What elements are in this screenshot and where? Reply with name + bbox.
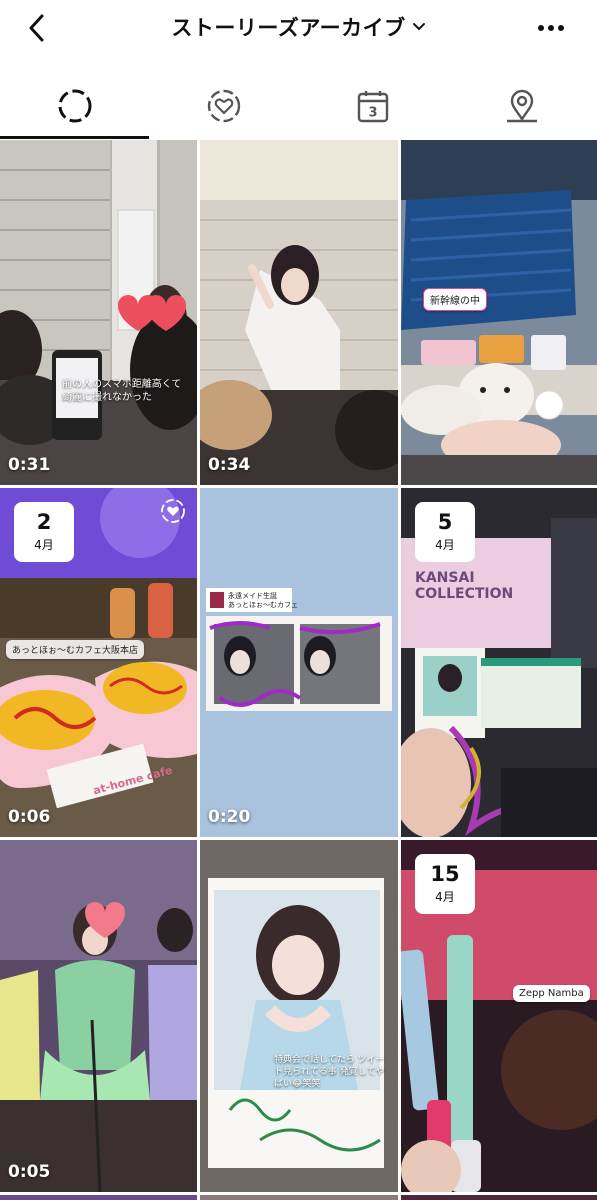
header-bar: ストーリーズアーカイブ <box>0 0 597 60</box>
location-sticker: Zepp Namba <box>513 985 590 1002</box>
story-duration: 0:06 <box>8 807 51 827</box>
story-thumbnail-7[interactable]: 0:05 <box>0 840 197 1192</box>
story-image-7 <box>0 840 197 1192</box>
event-label-title: 永遠メイド生誕 <box>228 592 277 600</box>
story-image-3 <box>401 140 597 485</box>
tab-stories[interactable] <box>0 70 149 140</box>
date-month: 4月 <box>435 538 455 552</box>
story-overlay-text: 前の人のスマホ距離高くて 綺麗に撮れなかった <box>62 379 182 403</box>
story-thumbnail-11[interactable] <box>200 1195 398 1200</box>
stories-ring-icon <box>58 89 91 123</box>
date-day: 15 <box>430 862 460 886</box>
active-tab-indicator <box>0 136 149 139</box>
location-sticker: 新幹線の中 <box>423 288 487 311</box>
story-thumbnail-3[interactable]: 新幹線の中 <box>401 140 597 485</box>
chevron-down-icon <box>412 23 425 31</box>
story-duration: 0:20 <box>208 807 251 827</box>
story-duration: 0:31 <box>8 455 51 475</box>
date-badge: 15 4月 <box>415 854 475 914</box>
story-thumbnail-10[interactable] <box>0 1195 197 1200</box>
date-day: 2 <box>36 510 52 534</box>
story-thumbnail-5[interactable]: 永遠メイド生誕 あっとほぉ〜むカフェ 0:20 <box>200 488 398 837</box>
story-thumbnail-6[interactable]: KANSAI COLLECTION 5 4月 <box>401 488 597 837</box>
date-month: 4月 <box>435 890 455 904</box>
event-label: 永遠メイド生誕 あっとほぉ〜むカフェ <box>228 592 298 610</box>
location-sticker: あっとほぉ〜むカフェ大阪本店 <box>6 640 145 659</box>
more-horizontal-icon <box>538 25 564 31</box>
calendar-day-text: 3 <box>368 106 377 121</box>
calendar-icon: 3 <box>357 91 388 123</box>
story-overlay-text: 特典会で話してたら ツイート見られてる事 発覚してやばい😂笑笑 <box>274 1055 385 1089</box>
story-thumbnail-1[interactable]: 前の人のスマホ距離高くて 綺麗に撮れなかった 0:31 <box>0 140 197 485</box>
story-image-1 <box>0 140 197 485</box>
story-image-2 <box>200 140 398 485</box>
story-duration: 0:05 <box>8 1162 51 1182</box>
more-options-button[interactable] <box>533 14 569 42</box>
date-month: 4月 <box>34 538 54 552</box>
archive-tabs: 3 <box>0 70 597 140</box>
location-pin-icon <box>506 89 537 123</box>
date-badge: 2 4月 <box>14 502 74 562</box>
story-duration: 0:34 <box>208 455 251 475</box>
story-image-8 <box>200 840 398 1192</box>
story-thumbnail-8[interactable]: 特典会で話してたら ツイート見られてる事 発覚してやばい😂笑笑 <box>200 840 398 1192</box>
story-image-5 <box>200 488 398 837</box>
story-thumbnail-12[interactable] <box>401 1195 597 1200</box>
event-label-sub: あっとほぉ〜むカフェ <box>228 601 298 609</box>
tab-map[interactable] <box>447 70 596 140</box>
story-thumbnail-9[interactable]: Zepp Namba 15 4月 <box>401 840 597 1192</box>
date-badge: 5 4月 <box>415 502 475 562</box>
page-title: ストーリーズアーカイブ <box>171 16 406 40</box>
tab-calendar[interactable]: 3 <box>298 70 447 140</box>
tab-highlights[interactable] <box>149 70 298 140</box>
title-dropdown[interactable]: ストーリーズアーカイブ <box>0 12 597 42</box>
stories-grid: 前の人のスマホ距離高くて 綺麗に撮れなかった 0:31 0:34 新幹線の中 2… <box>0 140 597 1200</box>
event-sign-text: KANSAI COLLECTION <box>415 570 514 602</box>
highlight-heart-icon <box>161 499 185 523</box>
story-thumbnail-2[interactable]: 0:34 <box>200 140 398 485</box>
heart-ring-icon <box>207 89 240 123</box>
story-thumbnail-4[interactable]: 2 4月 あっとほぉ〜むカフェ大阪本店 at-home cafe 0:06 <box>0 488 197 837</box>
date-day: 5 <box>437 510 453 534</box>
